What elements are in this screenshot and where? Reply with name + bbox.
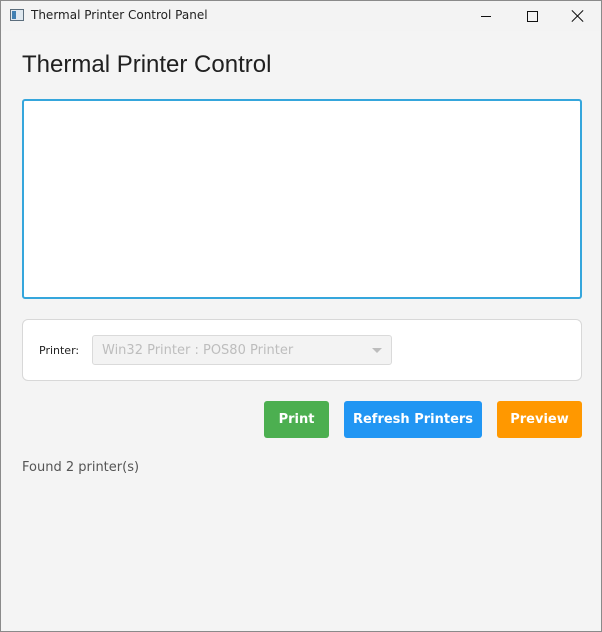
minimize-button[interactable] <box>463 1 509 31</box>
maximize-button[interactable] <box>509 1 555 31</box>
printer-selection-panel: Printer: Win32 Printer : POS80 Printer <box>22 319 582 381</box>
print-text-area[interactable] <box>22 99 582 299</box>
app-icon <box>10 9 24 21</box>
refresh-printers-button[interactable]: Refresh Printers <box>344 401 482 438</box>
chevron-down-icon <box>372 348 382 353</box>
application-window: Thermal Printer Control Panel Thermal Pr… <box>0 0 602 632</box>
page-title: Thermal Printer Control <box>22 51 272 78</box>
print-button[interactable]: Print <box>264 401 329 438</box>
selected-printer-value: Win32 Printer : POS80 Printer <box>102 343 294 358</box>
printer-label: Printer: <box>39 344 80 357</box>
window-title: Thermal Printer Control Panel <box>31 8 208 22</box>
close-button[interactable] <box>555 1 601 31</box>
title-bar[interactable]: Thermal Printer Control Panel <box>1 1 601 31</box>
minimize-icon <box>481 15 491 17</box>
preview-button[interactable]: Preview <box>497 401 582 438</box>
maximize-icon <box>526 10 538 22</box>
close-icon <box>572 10 584 22</box>
printer-select[interactable]: Win32 Printer : POS80 Printer <box>92 335 392 365</box>
status-text: Found 2 printer(s) <box>22 460 140 475</box>
